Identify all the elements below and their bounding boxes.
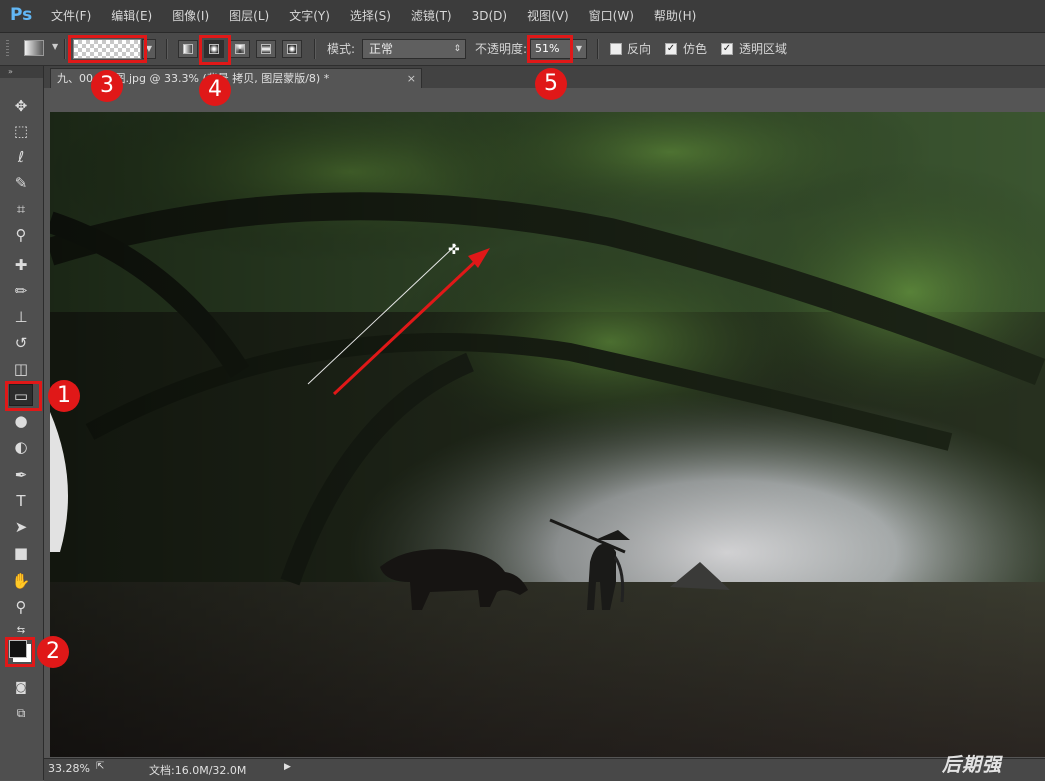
marquee-tool-icon[interactable]: ⬚ [9,120,33,142]
mode-label: 模式: [327,42,356,56]
menu-bar: Ps 文件(F) 编辑(E) 图像(I) 图层(L) 文字(Y) 选择(S) 滤… [0,0,1045,33]
tool-preset-picker[interactable] [24,40,44,56]
linear-gradient-button[interactable] [178,40,198,58]
blend-mode-value: 正常 [369,42,394,56]
status-bar: 33.28% ⇱ 文档:16.0M/32.0M ▶ [44,758,1045,781]
menu-select[interactable]: 选择(S) [340,0,401,32]
linear-gradient-icon [183,44,193,54]
highlight-gradient-tool [5,381,42,411]
toolbox: » ✥ ⬚ ℓ ✎ ⌗ ⚲ ✚ ✏ ⊥ ↺ ◫ ▭ ● ◐ ✒ T ➤ ■ ✋ … [0,66,44,780]
blend-mode-select[interactable]: 正常 ⇕ [362,39,466,59]
options-bar: ▼ ▼ 模式: 正常 ⇕ 不透明度: 51% ▼ 反向 ✓ 仿色 ✓ 透明区域 [0,33,1045,66]
annotation-badge-5: 5 [535,68,567,100]
divider [166,39,168,59]
watermark-text: 后期强 [942,754,1003,776]
dodge-tool-icon[interactable]: ◐ [9,436,33,458]
menu-file[interactable]: 文件(F) [41,0,101,32]
menu-view[interactable]: 视图(V) [517,0,579,32]
document-size: 文档:16.0M/32.0M [149,764,247,777]
reflected-gradient-button[interactable] [256,40,276,58]
annotation-badge-2: 2 [37,636,69,668]
menu-layer[interactable]: 图层(L) [219,0,279,32]
clone-stamp-tool-icon[interactable]: ⊥ [9,306,33,328]
brush-tool-icon[interactable]: ✏ [9,280,33,302]
opacity-slider-button[interactable]: ▼ [571,39,587,59]
status-menu-arrow-icon[interactable]: ▶ [284,762,291,772]
dither-checkbox[interactable]: ✓ [665,43,677,55]
svg-text:✜: ✜ [448,242,460,258]
reverse-label: 反向 [627,42,652,56]
lasso-tool-icon[interactable]: ℓ [9,146,33,168]
divider [597,39,599,59]
reverse-checkbox[interactable] [610,43,622,55]
toolbox-collapse[interactable]: » [0,66,43,78]
transparency-checkbox[interactable]: ✓ [721,43,733,55]
angle-gradient-button[interactable] [230,40,250,58]
divider [64,39,66,59]
highlight-radial-gradient [199,35,231,65]
menu-edit[interactable]: 编辑(E) [101,0,162,32]
document-canvas[interactable]: ✜ [50,112,1045,757]
menu-image[interactable]: 图像(I) [162,0,219,32]
screen-mode-icon[interactable]: ⧉ [9,702,33,724]
menu-3d[interactable]: 3D(D) [462,0,517,32]
options-grip[interactable] [6,40,9,58]
zoom-level[interactable]: 33.28% [48,762,90,775]
menu-help[interactable]: 帮助(H) [644,0,706,32]
shape-tool-icon[interactable]: ■ [9,542,33,564]
eraser-tool-icon[interactable]: ◫ [9,358,33,380]
angle-gradient-icon [235,44,245,54]
diamond-gradient-icon [287,44,297,54]
history-brush-tool-icon[interactable]: ↺ [9,332,33,354]
dither-label: 仿色 [683,42,708,56]
forest-photo: ✜ [50,112,1045,757]
hand-tool-icon[interactable]: ✋ [9,570,33,592]
eyedropper-tool-icon[interactable]: ⚲ [9,224,33,246]
transparency-label: 透明区域 [739,42,788,56]
annotation-badge-3: 3 [91,70,123,102]
reflected-gradient-icon [261,44,271,54]
quick-mask-icon[interactable]: ◙ [9,676,33,698]
type-tool-icon[interactable]: T [9,490,33,512]
highlight-opacity [527,35,573,63]
annotation-badge-4: 4 [199,74,231,106]
highlight-gradient-picker [68,35,147,63]
move-tool-icon[interactable]: ✥ [9,95,33,117]
menu-filter[interactable]: 滤镜(T) [401,0,462,32]
healing-brush-tool-icon[interactable]: ✚ [9,254,33,276]
zoom-tool-icon[interactable]: ⚲ [9,596,33,618]
updown-arrow-icon: ⇕ [453,44,461,54]
quick-select-tool-icon[interactable]: ✎ [9,172,33,194]
menu-window[interactable]: 窗口(W) [579,0,644,32]
crop-tool-icon[interactable]: ⌗ [9,198,33,220]
close-icon[interactable]: × [407,69,416,88]
export-icon[interactable]: ⇱ [96,761,104,772]
pen-tool-icon[interactable]: ✒ [9,464,33,486]
path-select-tool-icon[interactable]: ➤ [9,516,33,538]
highlight-color-swatches [5,637,35,667]
divider [314,39,316,59]
menu-type[interactable]: 文字(Y) [279,0,340,32]
photoshop-logo: Ps [10,5,33,25]
diamond-gradient-button[interactable] [282,40,302,58]
opacity-label: 不透明度: [475,42,528,56]
blur-tool-icon[interactable]: ● [9,410,33,432]
chevron-down-icon[interactable]: ▼ [52,42,58,51]
annotation-badge-1: 1 [48,380,80,412]
main-menu: 文件(F) 编辑(E) 图像(I) 图层(L) 文字(Y) 选择(S) 滤镜(T… [41,0,706,32]
